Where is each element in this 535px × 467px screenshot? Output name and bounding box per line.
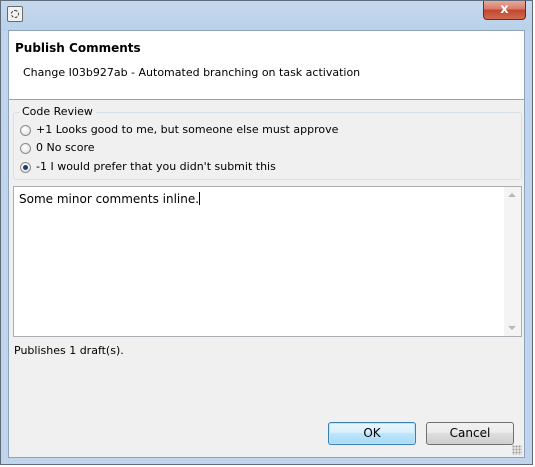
comment-text: Some minor comments inline. (19, 192, 200, 206)
dialog-subtitle: Change I03b927ab - Automated branching o… (23, 66, 361, 79)
text-caret (199, 192, 201, 205)
radio-label: -1 I would prefer that you didn't submit… (36, 160, 276, 173)
radio-button[interactable] (20, 124, 31, 136)
comment-textarea[interactable]: Some minor comments inline. (13, 186, 522, 337)
publish-comments-window: x Publish Comments Change I03b927ab - Au… (0, 0, 533, 465)
publishes-status: Publishes 1 draft(s). (14, 344, 124, 357)
dialog-title: Publish Comments (15, 41, 141, 55)
vertical-scrollbar[interactable] (504, 187, 521, 336)
radio-button[interactable] (20, 142, 31, 154)
resize-grip-icon[interactable] (512, 445, 522, 455)
cancel-button[interactable]: Cancel (426, 422, 514, 445)
dialog-client-area: Publish Comments Change I03b927ab - Auto… (8, 30, 525, 458)
radio-option-minus-one[interactable]: -1 I would prefer that you didn't submit… (20, 159, 276, 175)
radio-option-plus-one[interactable]: +1 Looks good to me, but someone else mu… (20, 122, 338, 138)
radio-option-zero[interactable]: 0 No score (20, 140, 95, 156)
comment-text-container: Some minor comments inline. (19, 192, 201, 206)
code-review-legend: Code Review (19, 105, 96, 118)
radio-label: +1 Looks good to me, but someone else mu… (36, 123, 339, 136)
scroll-down-arrow-icon[interactable] (508, 326, 516, 330)
title-bar[interactable]: x (1, 1, 532, 29)
ok-button[interactable]: OK (328, 422, 416, 445)
radio-label: 0 No score (36, 141, 95, 154)
dialog-header: Publish Comments Change I03b927ab - Auto… (9, 31, 524, 100)
app-icon (7, 6, 23, 22)
radio-button-selected[interactable] (20, 161, 31, 173)
close-button[interactable]: x (483, 1, 526, 20)
scroll-up-arrow-icon[interactable] (508, 193, 516, 197)
